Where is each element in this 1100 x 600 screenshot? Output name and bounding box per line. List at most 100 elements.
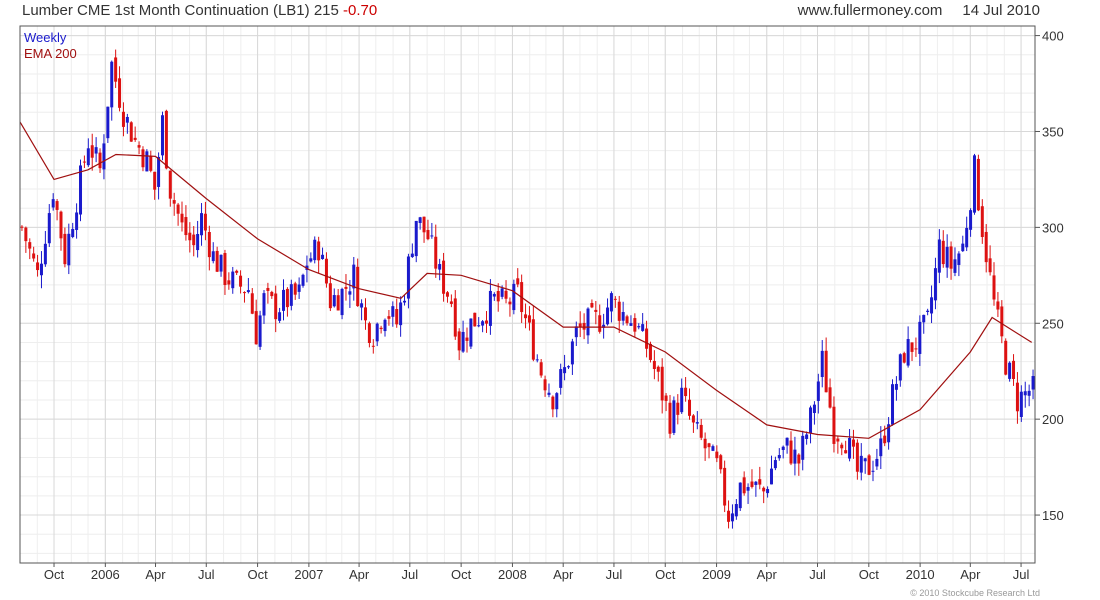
candle-down — [703, 438, 707, 449]
candle-up — [606, 307, 610, 325]
candle-up — [773, 460, 777, 469]
candle-down — [625, 316, 629, 324]
candle-down — [531, 319, 535, 360]
candle-up — [1019, 391, 1023, 417]
candle-down — [691, 415, 695, 423]
candle-up — [383, 319, 387, 332]
candle-down — [28, 242, 32, 249]
candle-down — [434, 236, 438, 269]
candle-down — [832, 406, 836, 444]
candle-up — [933, 268, 937, 301]
candle-up — [1031, 376, 1035, 390]
candle-down — [613, 298, 617, 300]
y-tick-label: 150 — [1042, 508, 1064, 523]
price-chart: 150 200 250 300 350 400 Oct 2006 Apr Jul Oct 2007 Ap… — [19, 25, 1064, 582]
candle-down — [203, 213, 207, 231]
candle-down — [270, 291, 274, 297]
candle-up — [71, 228, 75, 237]
candle-down — [1015, 382, 1019, 412]
candle-down — [465, 337, 469, 341]
candle-down — [129, 122, 133, 142]
candle-up — [570, 341, 574, 365]
candle-up — [922, 314, 926, 323]
candle-up — [282, 289, 286, 311]
candle-up — [86, 148, 90, 166]
candle-down — [594, 309, 598, 312]
candle-down — [727, 510, 731, 522]
candle-down — [828, 387, 832, 408]
legend-weekly: Weekly — [24, 30, 67, 45]
candle-down — [750, 481, 754, 487]
x-tick-label: Apr — [553, 567, 574, 582]
candle-down — [797, 454, 801, 464]
candle-down — [242, 292, 246, 294]
candle-up — [777, 455, 781, 459]
candle-up — [219, 254, 223, 272]
candle-up — [766, 489, 770, 494]
candle-up — [629, 323, 633, 326]
candle-up — [258, 315, 262, 347]
candle-up — [898, 354, 902, 381]
candle-down — [496, 291, 500, 302]
candle-up — [145, 151, 149, 172]
candle-down — [274, 293, 278, 320]
candle-up — [469, 318, 473, 347]
candle-down — [285, 288, 289, 308]
candle-down — [789, 440, 793, 464]
y-tick-label: 250 — [1042, 316, 1064, 331]
candle-down — [976, 158, 980, 211]
y-tick-label: 300 — [1042, 220, 1064, 235]
candle-down — [664, 395, 668, 401]
candle-up — [609, 293, 613, 312]
candle-up — [969, 210, 973, 230]
candle-down — [996, 301, 1000, 310]
x-tick-label: Jul — [606, 567, 623, 582]
candle-down — [723, 467, 727, 506]
candle-up — [461, 331, 465, 352]
candle-up — [972, 155, 976, 213]
x-tick-label: Jul — [1013, 567, 1030, 582]
y-tick-label: 200 — [1042, 412, 1064, 427]
candle-down — [742, 477, 746, 494]
candle-down — [371, 345, 375, 347]
x-tick-label: Oct — [247, 567, 268, 582]
candle-down — [941, 240, 945, 265]
candle-down — [660, 366, 664, 401]
candle-down — [617, 301, 621, 321]
candle-up — [418, 217, 422, 223]
candle-down — [235, 270, 239, 273]
candle-up — [102, 143, 106, 170]
candle-up — [937, 239, 941, 273]
candle-down — [1000, 306, 1004, 337]
candle-down — [449, 301, 453, 304]
candle-down — [133, 137, 137, 140]
candle-down — [395, 309, 399, 325]
candle-down — [344, 286, 348, 289]
candle-up — [879, 438, 883, 457]
candle-up — [410, 253, 414, 258]
candle-up — [820, 350, 824, 378]
candle-down — [551, 396, 555, 410]
candle-up — [399, 302, 403, 326]
x-tick-label: Oct — [655, 567, 676, 582]
candle-up — [309, 258, 313, 262]
x-tick-label: Apr — [757, 567, 778, 582]
candle-down — [684, 387, 688, 397]
candle-down — [254, 311, 258, 345]
candle-up — [477, 325, 481, 327]
x-tick-label: 2010 — [906, 567, 935, 582]
candle-up — [414, 220, 418, 257]
candle-up — [785, 437, 789, 446]
candle-up — [1008, 362, 1012, 379]
candle-down — [457, 331, 461, 351]
candle-down — [699, 424, 703, 438]
candle-down — [453, 298, 457, 337]
candle-up — [863, 458, 867, 462]
candle-up — [953, 259, 957, 273]
candle-up — [926, 310, 930, 312]
candle-up — [51, 199, 55, 208]
candle-up — [488, 290, 492, 326]
candle-down — [121, 111, 125, 127]
candle-up — [110, 61, 114, 108]
candle-up — [321, 254, 325, 260]
